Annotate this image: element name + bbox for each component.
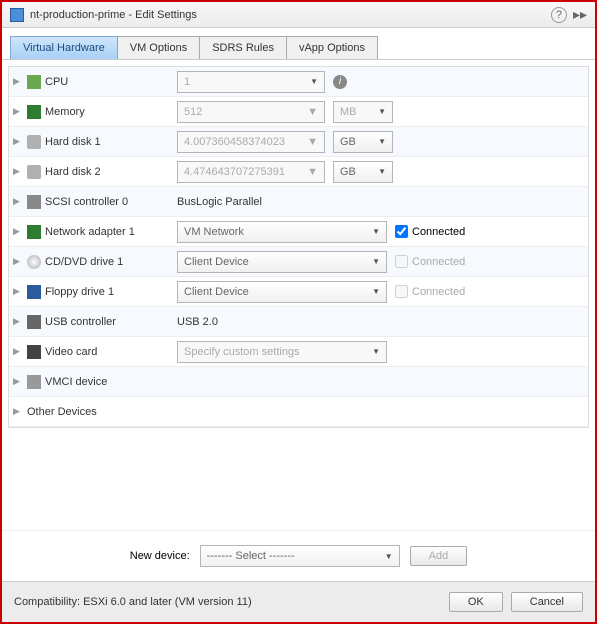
memory-unit-select[interactable]: MB▼ [333, 101, 393, 123]
compatibility-text: Compatibility: ESXi 6.0 and later (VM ve… [14, 596, 441, 608]
new-device-label: New device: [130, 550, 190, 562]
new-device-bar: New device: ------- Select -------▼ Add [2, 530, 595, 581]
row-network-adapter: ▶ Network adapter 1 VM Network▼ Connecte… [9, 217, 588, 247]
net-label: Network adapter 1 [45, 226, 135, 238]
row-video-card: ▶ Video card Specify custom settings▼ [9, 337, 588, 367]
hd2-label: Hard disk 2 [45, 166, 101, 178]
floppy-select[interactable]: Client Device▼ [177, 281, 387, 303]
memory-icon [27, 105, 41, 119]
content: ▶ CPU 1▼ i ▶ Memory 512▼ MB▼ [2, 60, 595, 530]
memory-label: Memory [45, 106, 85, 118]
cpu-icon [27, 75, 41, 89]
tab-virtual-hardware[interactable]: Virtual Hardware [10, 36, 118, 59]
cd-icon [27, 255, 41, 269]
memory-input[interactable]: 512▼ [177, 101, 325, 123]
expand-icon[interactable]: ▶ [13, 76, 23, 87]
vmci-icon [27, 375, 41, 389]
floppy-icon [27, 285, 41, 299]
hdd-icon [27, 165, 41, 179]
cd-label: CD/DVD drive 1 [45, 256, 123, 268]
vmci-label: VMCI device [45, 376, 107, 388]
expand-icon[interactable]: ▶ [13, 376, 23, 387]
hd1-label: Hard disk 1 [45, 136, 101, 148]
hdd-icon [27, 135, 41, 149]
row-floppy-drive: ▶ Floppy drive 1 Client Device▼ Connecte… [9, 277, 588, 307]
video-select[interactable]: Specify custom settings▼ [177, 341, 387, 363]
floppy-connected-checkbox: Connected [395, 285, 465, 298]
expand-icon[interactable]: ▶ [13, 196, 23, 207]
scsi-label: SCSI controller 0 [45, 196, 128, 208]
expand-icon[interactable]: ▶ [13, 406, 23, 417]
network-icon [27, 225, 41, 239]
row-cpu: ▶ CPU 1▼ i [9, 67, 588, 97]
scsi-value: BusLogic Parallel [177, 196, 262, 208]
expand-icon[interactable]: ▶ [13, 316, 23, 327]
hd1-size-input[interactable]: 4.007360458374023▼ [177, 131, 325, 153]
row-usb-controller: ▶ USB controller USB 2.0 [9, 307, 588, 337]
row-cd-dvd-drive: ▶ CD/DVD drive 1 Client Device▼ Connecte… [9, 247, 588, 277]
row-hard-disk-1: ▶ Hard disk 1 4.007360458374023▼ GB▼ [9, 127, 588, 157]
dialog-title: nt-production-prime - Edit Settings [30, 9, 545, 21]
video-label: Video card [45, 346, 97, 358]
expand-icon[interactable]: ▶ [13, 106, 23, 117]
other-label: Other Devices [27, 406, 97, 418]
usb-icon [27, 315, 41, 329]
edit-settings-dialog: nt-production-prime - Edit Settings ? ▸▸… [0, 0, 597, 624]
scsi-icon [27, 195, 41, 209]
titlebar: nt-production-prime - Edit Settings ? ▸▸ [2, 2, 595, 28]
row-scsi-controller: ▶ SCSI controller 0 BusLogic Parallel [9, 187, 588, 217]
expand-icon[interactable]: ▶ [13, 136, 23, 147]
row-other-devices: ▶ Other Devices [9, 397, 588, 427]
cpu-select[interactable]: 1▼ [177, 71, 325, 93]
row-vmci-device: ▶ VMCI device [9, 367, 588, 397]
tab-vapp-options[interactable]: vApp Options [286, 36, 378, 59]
hd2-unit-select[interactable]: GB▼ [333, 161, 393, 183]
tabs: Virtual Hardware VM Options SDRS Rules v… [2, 28, 595, 60]
info-icon[interactable]: i [333, 75, 347, 89]
new-device-select[interactable]: ------- Select -------▼ [200, 545, 400, 567]
floppy-label: Floppy drive 1 [45, 286, 114, 298]
expand-icon[interactable]: ▶ [13, 166, 23, 177]
help-icon[interactable]: ? [551, 7, 567, 23]
expand-icon[interactable]: ▶ [13, 286, 23, 297]
usb-label: USB controller [45, 316, 116, 328]
cd-connected-checkbox: Connected [395, 255, 465, 268]
usb-value: USB 2.0 [177, 316, 218, 328]
tab-vm-options[interactable]: VM Options [117, 36, 200, 59]
video-icon [27, 345, 41, 359]
net-connected-checkbox[interactable]: Connected [395, 225, 465, 238]
expand-icon[interactable]: ▶ [13, 226, 23, 237]
cancel-button[interactable]: Cancel [511, 592, 583, 612]
row-memory: ▶ Memory 512▼ MB▼ [9, 97, 588, 127]
cd-select[interactable]: Client Device▼ [177, 251, 387, 273]
expand-icon[interactable]: ▸▸ [573, 6, 587, 23]
hardware-rows: ▶ CPU 1▼ i ▶ Memory 512▼ MB▼ [8, 66, 589, 428]
cpu-label: CPU [45, 76, 68, 88]
hd1-unit-select[interactable]: GB▼ [333, 131, 393, 153]
add-button[interactable]: Add [410, 546, 468, 566]
row-hard-disk-2: ▶ Hard disk 2 4.474643707275391▼ GB▼ [9, 157, 588, 187]
expand-icon[interactable]: ▶ [13, 346, 23, 357]
hd2-size-input[interactable]: 4.474643707275391▼ [177, 161, 325, 183]
tab-sdrs-rules[interactable]: SDRS Rules [199, 36, 287, 59]
ok-button[interactable]: OK [449, 592, 503, 612]
vm-icon [10, 8, 24, 22]
expand-icon[interactable]: ▶ [13, 256, 23, 267]
footer: Compatibility: ESXi 6.0 and later (VM ve… [2, 581, 595, 622]
network-select[interactable]: VM Network▼ [177, 221, 387, 243]
